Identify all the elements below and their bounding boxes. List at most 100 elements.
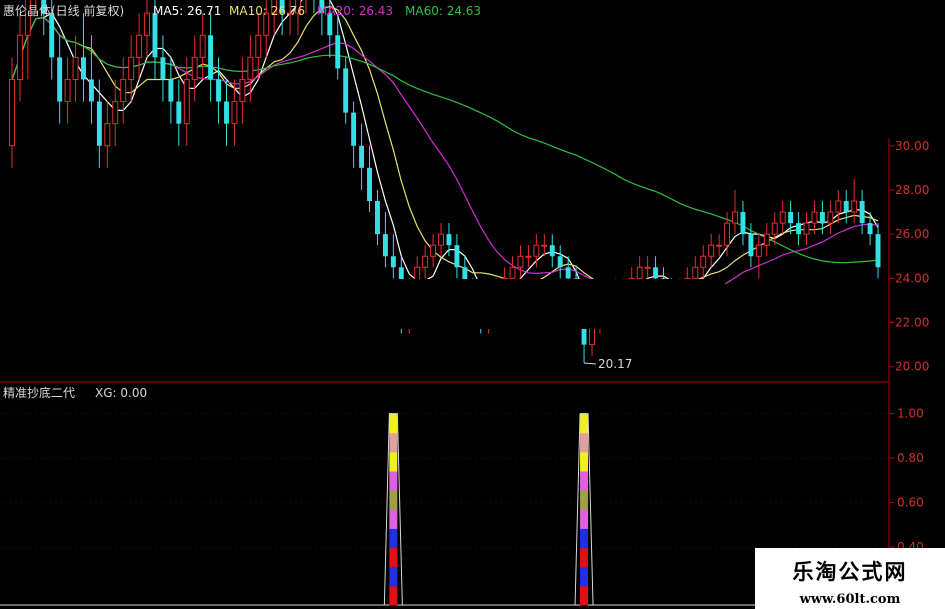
candle-body — [375, 201, 380, 235]
candle-body — [779, 211, 786, 224]
ma10-label: MA10: 26.76 — [229, 4, 305, 18]
signal-bar-segment — [389, 509, 398, 529]
candle-body — [144, 12, 151, 36]
candle-body — [359, 145, 365, 168]
candle-body — [247, 56, 254, 80]
candle-body — [255, 34, 262, 58]
price-tick-label: 30.00 — [895, 139, 929, 153]
watermark: 乐淘公式网 www.60lt.com — [755, 548, 945, 609]
candle-body — [653, 267, 659, 279]
candle-body — [875, 234, 881, 268]
price-tick-label: 26.00 — [895, 227, 929, 241]
candle-body — [239, 78, 246, 103]
candle-body — [533, 244, 540, 257]
candle-body — [224, 101, 229, 124]
signal-bar-segment — [580, 528, 589, 549]
occlusion-box-top-right — [534, 0, 945, 138]
candle-body — [199, 34, 206, 58]
candle-body — [446, 234, 452, 246]
ma20-label: MA20: 26.43 — [317, 4, 393, 18]
watermark-title: 乐淘公式网 — [792, 559, 908, 584]
candle-body — [208, 35, 214, 80]
candle-body — [128, 56, 135, 80]
indicator-tick-label: 0.80 — [897, 451, 924, 465]
candle-body — [803, 222, 810, 235]
signal-bar-segment — [389, 471, 398, 491]
candle-body — [541, 244, 548, 247]
low-price-label: 20.17 — [598, 357, 632, 371]
price-tick-label: 20.00 — [895, 360, 929, 374]
candle-body — [788, 212, 794, 224]
candle-body — [732, 211, 738, 224]
candle-body — [367, 167, 372, 201]
indicator-tick-label: 1.00 — [897, 407, 924, 421]
candle-body — [112, 101, 119, 125]
signal-bar-segment — [389, 451, 398, 472]
candle-body — [96, 101, 102, 146]
price-tick-label: 28.00 — [895, 183, 929, 197]
signal-bar-segment — [389, 528, 398, 549]
indicator-tick-label: 0.60 — [897, 496, 924, 510]
candle-body — [16, 34, 23, 80]
candle-body — [9, 78, 15, 147]
candle-body — [796, 223, 802, 235]
candle-body — [216, 79, 222, 102]
candle-body — [422, 255, 429, 268]
signal-bar-segment — [580, 509, 589, 529]
candle-body — [517, 255, 524, 268]
candle-body — [700, 255, 707, 268]
candle-body — [57, 57, 63, 102]
stock-chart[interactable]: 20.0022.0024.0026.0028.0030.0032.0034.00… — [0, 0, 945, 609]
candle-body — [335, 35, 341, 69]
candle-body — [835, 200, 842, 213]
candle-body — [160, 57, 166, 80]
signal-bar-segment — [580, 432, 589, 453]
candle-body — [748, 234, 754, 257]
candle-body — [191, 56, 198, 80]
candle-body — [843, 201, 849, 213]
candle-body — [81, 57, 86, 80]
candle-body — [88, 79, 94, 102]
candle-body — [152, 13, 158, 58]
indicator-title: 精准抄底二代 — [3, 385, 75, 400]
candle-body — [104, 123, 111, 147]
candle-body — [509, 266, 516, 279]
candle-body — [49, 13, 55, 58]
candle-body — [168, 79, 174, 102]
candle-body — [851, 200, 858, 213]
candle-body — [565, 267, 571, 279]
candle-body — [827, 211, 834, 224]
candle-body — [390, 256, 396, 268]
candle-body — [819, 212, 825, 224]
occlusion-box-middle — [218, 279, 725, 329]
candle-body — [692, 266, 699, 279]
candle-body — [811, 211, 818, 224]
candle-body — [724, 222, 731, 246]
watermark-url: www.60lt.com — [799, 592, 901, 607]
signal-bar-segment — [580, 585, 589, 606]
candle-body — [430, 244, 437, 257]
ma60-label: MA60: 24.63 — [405, 4, 481, 18]
candle-body — [716, 244, 723, 247]
indicator-xg-label: XG: 0.00 — [95, 386, 147, 400]
signal-bar-segment — [389, 566, 398, 587]
candle-body — [636, 266, 643, 279]
candle-body — [231, 101, 238, 125]
signal-bar-segment — [580, 471, 589, 491]
candle-body — [136, 34, 143, 58]
candle-body — [176, 101, 182, 124]
candle-body — [183, 78, 190, 125]
signal-bar-segment — [580, 566, 589, 587]
candle-body — [859, 201, 865, 224]
candle-body — [755, 244, 762, 257]
signal-bar-segment — [389, 547, 398, 568]
candle-body — [867, 223, 873, 235]
price-tick-label: 24.00 — [895, 271, 929, 285]
signal-bar-segment — [580, 490, 589, 510]
signal-bar-segment — [389, 413, 398, 434]
candle-body — [549, 245, 555, 257]
candle-body — [382, 234, 388, 257]
candle-body — [454, 245, 460, 268]
candle-body — [351, 112, 357, 146]
signal-bar-segment — [580, 413, 589, 434]
